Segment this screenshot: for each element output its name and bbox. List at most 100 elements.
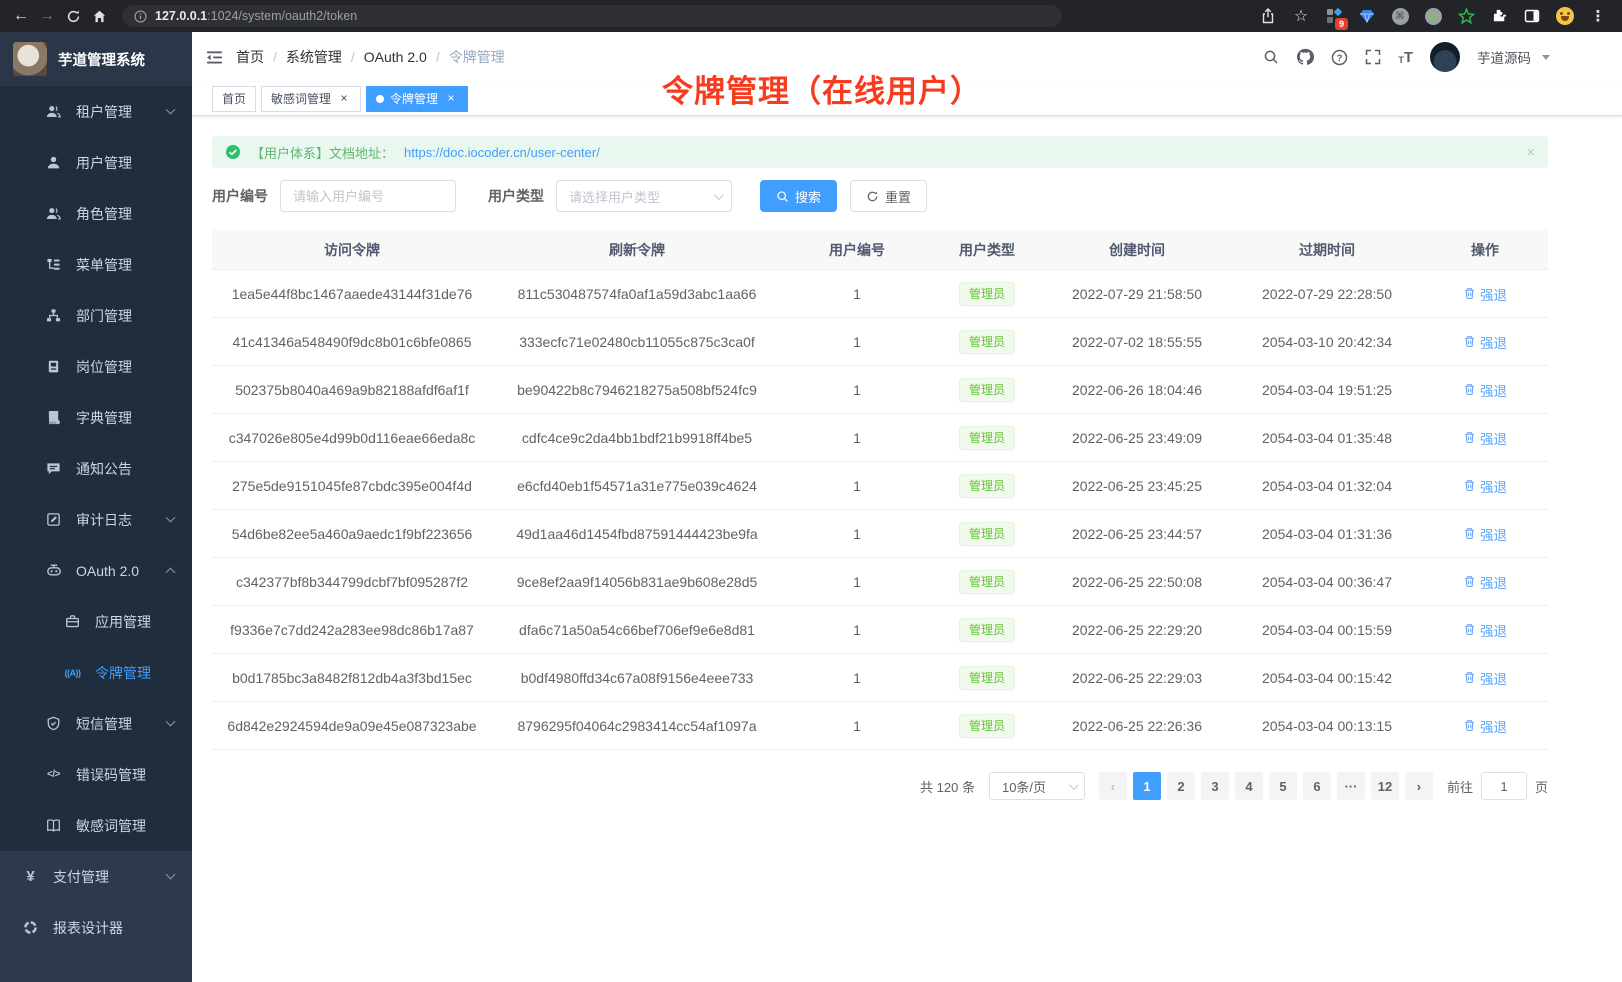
users-icon [45, 206, 62, 221]
alert-close-icon[interactable]: × [1526, 144, 1535, 161]
help-icon[interactable]: ? [1331, 49, 1348, 66]
sidebar-item-menu[interactable]: 菜单管理 [0, 239, 192, 290]
force-logout-button[interactable]: 强退 [1463, 668, 1507, 688]
breadcrumb-item[interactable]: 首页 [236, 47, 264, 67]
sidebar-item-sensitive-word[interactable]: 敏感词管理 [0, 800, 192, 851]
doc-alert: 【用户体系】文档地址： https://doc.iocoder.cn/user-… [212, 136, 1548, 168]
user-type-label: 用户类型 [488, 186, 544, 206]
command-circle-icon[interactable]: ⌘ [1390, 6, 1410, 26]
sidebar-item-oauth2[interactable]: OAuth 2.0 [0, 545, 192, 596]
force-logout-button[interactable]: 强退 [1463, 380, 1507, 400]
force-logout-button[interactable]: 强退 [1463, 524, 1507, 544]
user-type-select[interactable]: 请选择用户类型 [556, 180, 732, 212]
avatar[interactable] [1430, 42, 1460, 72]
column-header: 过期时间 [1232, 240, 1422, 260]
expire-time-cell: 2054-03-04 01:32:04 [1232, 478, 1422, 494]
force-logout-button[interactable]: 强退 [1463, 332, 1507, 352]
table-row: 1ea5e44f8bc1467aaede43144f31de76811c5304… [212, 270, 1548, 318]
page-info-icon[interactable] [134, 10, 147, 23]
expire-time-cell: 2054-03-04 00:13:15 [1232, 718, 1422, 734]
browser-extension-icons: ☆ 9 ⌘ ⋮ [1252, 6, 1614, 26]
app-logo[interactable]: 芋道管理系统 [0, 32, 192, 86]
page-button-3[interactable]: 3 [1201, 772, 1229, 800]
trash-icon [1463, 287, 1476, 300]
sidebar-item-audit-log[interactable]: 审计日志 [0, 494, 192, 545]
sidebar-item-user[interactable]: 用户管理 [0, 137, 192, 188]
page-button-2[interactable]: 2 [1167, 772, 1195, 800]
green-star-icon[interactable] [1456, 6, 1476, 26]
menu-dots-icon[interactable]: ⋮ [1588, 6, 1608, 26]
caret-down-icon[interactable] [1542, 55, 1550, 60]
more-pages-button[interactable]: ··· [1337, 772, 1365, 800]
sidebar-item-report-designer[interactable]: 报表设计器 [0, 902, 192, 953]
filter-bar: 用户编号 用户类型 请选择用户类型 搜索 重置 [212, 180, 1548, 212]
emoji-avatar-icon[interactable] [1555, 6, 1575, 26]
sidebar-item-notice[interactable]: 通知公告 [0, 443, 192, 494]
sidebar-item-dept[interactable]: 部门管理 [0, 290, 192, 341]
sidebar-item-oauth2-token[interactable]: ((A))令牌管理 [0, 647, 192, 698]
tag-close-icon[interactable]: × [444, 92, 458, 106]
force-logout-button[interactable]: 强退 [1463, 428, 1507, 448]
user-id-input[interactable] [280, 180, 456, 212]
user-type-badge: 管理员 [959, 714, 1015, 738]
trash-icon [1463, 719, 1476, 732]
sidebar-toggle-button[interactable] [192, 32, 236, 82]
font-size-icon[interactable]: TT [1398, 50, 1413, 65]
tag-令牌管理[interactable]: 令牌管理× [366, 86, 468, 112]
sidebar-item-role[interactable]: 角色管理 [0, 188, 192, 239]
goto-page-input[interactable] [1481, 772, 1527, 800]
github-icon[interactable] [1296, 48, 1314, 66]
force-logout-button[interactable]: 强退 [1463, 620, 1507, 640]
refresh-icon [866, 190, 879, 203]
force-logout-button[interactable]: 强退 [1463, 284, 1507, 304]
sidebar-item-post[interactable]: 岗位管理 [0, 341, 192, 392]
page-button-4[interactable]: 4 [1235, 772, 1263, 800]
column-header: 刷新令牌 [492, 240, 782, 260]
page-button-6[interactable]: 6 [1303, 772, 1331, 800]
extensions-icon[interactable]: 9 [1324, 6, 1344, 26]
sidebar-item-sms[interactable]: 短信管理 [0, 698, 192, 749]
column-header: 用户编号 [782, 240, 932, 260]
page-button-1[interactable]: 1 [1133, 772, 1161, 800]
share-icon[interactable] [1258, 6, 1278, 26]
doc-link[interactable]: https://doc.iocoder.cn/user-center/ [404, 145, 600, 160]
tag-close-icon[interactable]: × [337, 92, 351, 106]
side-panel-icon[interactable] [1522, 6, 1542, 26]
sidebar: 芋道管理系统 租户管理用户管理角色管理菜单管理部门管理岗位管理字典管理通知公告审… [0, 32, 192, 982]
reset-button[interactable]: 重置 [850, 180, 927, 212]
breadcrumb-item[interactable]: OAuth 2.0 [364, 49, 427, 65]
back-icon[interactable]: ← [8, 3, 34, 29]
gem-icon[interactable] [1357, 6, 1377, 26]
home-icon[interactable] [86, 3, 112, 29]
address-bar[interactable]: 127.0.0.1:1024/system/oauth2/token [122, 5, 1062, 27]
prev-page-button[interactable]: ‹ [1099, 772, 1127, 800]
star-icon[interactable]: ☆ [1291, 6, 1311, 26]
page-size-select[interactable]: 10条/页 [989, 772, 1085, 800]
tag-首页[interactable]: 首页 [212, 86, 256, 112]
sidebar-item-error-code[interactable]: </>错误码管理 [0, 749, 192, 800]
reload-icon[interactable] [60, 3, 86, 29]
force-logout-button[interactable]: 强退 [1463, 572, 1507, 592]
page-button-12[interactable]: 12 [1371, 772, 1399, 800]
next-page-button[interactable]: › [1405, 772, 1433, 800]
force-logout-button[interactable]: 强退 [1463, 716, 1507, 736]
fullscreen-icon[interactable] [1365, 49, 1381, 65]
expire-time-cell: 2054-03-04 19:51:25 [1232, 382, 1422, 398]
sidebar-item-oauth2-app[interactable]: 应用管理 [0, 596, 192, 647]
force-logout-button[interactable]: 强退 [1463, 476, 1507, 496]
tag-敏感词管理[interactable]: 敏感词管理× [261, 86, 361, 112]
forward-icon[interactable]: → [34, 3, 60, 29]
user-id-cell: 1 [782, 382, 932, 398]
sidebar-item-pay[interactable]: ¥支付管理 [0, 851, 192, 902]
username[interactable]: 芋道源码 [1477, 47, 1531, 67]
sidebar-item-tenant[interactable]: 租户管理 [0, 86, 192, 137]
breadcrumb-item[interactable]: 系统管理 [286, 47, 342, 67]
record-circle-icon[interactable] [1423, 6, 1443, 26]
user-id-cell: 1 [782, 430, 932, 446]
search-button[interactable]: 搜索 [760, 180, 837, 212]
page-button-5[interactable]: 5 [1269, 772, 1297, 800]
search-icon[interactable] [1263, 49, 1279, 65]
puzzle-icon[interactable] [1489, 6, 1509, 26]
sidebar-item-dict[interactable]: 字典管理 [0, 392, 192, 443]
create-time-cell: 2022-06-26 18:04:46 [1042, 382, 1232, 398]
